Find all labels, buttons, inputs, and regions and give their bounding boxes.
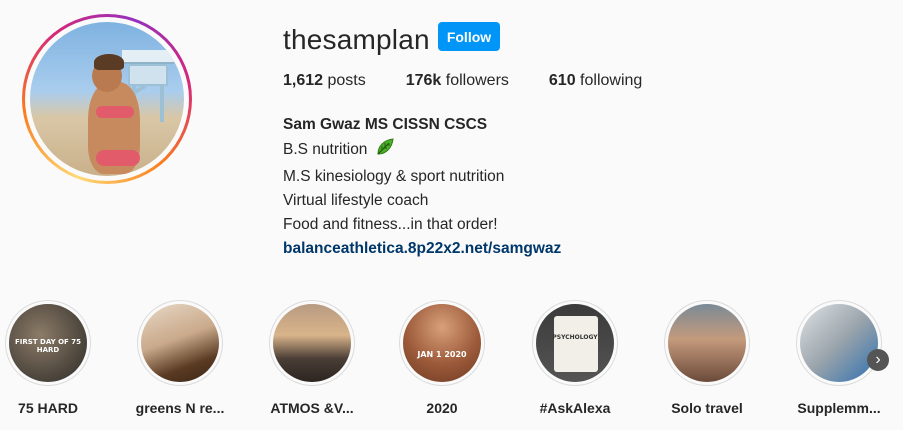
- highlight-label: #AskAlexa: [539, 400, 611, 416]
- highlight-cover-image: FIRST DAY OF 75 HARD: [9, 304, 87, 382]
- posts-stat: 1,612 posts: [283, 72, 366, 90]
- highlight-cover-ring: FIRST DAY OF 75 HARD: [5, 300, 91, 386]
- profile-bio: Sam Gwaz MS CISSN CSCS B.S nutrition M.S…: [283, 113, 561, 261]
- profile-username: thesamplan: [283, 24, 430, 55]
- highlight-cover-image: PSYCHOLOGY: [536, 304, 614, 382]
- highlight-cover-image: [141, 304, 219, 382]
- highlight-cover-caption: FIRST DAY OF 75 HARD: [14, 338, 81, 354]
- bio-line-4: Food and fitness...in that order!: [283, 216, 498, 233]
- posts-count: 1,612: [283, 72, 324, 89]
- highlight-item[interactable]: JAN 1 2020 2020: [387, 300, 497, 416]
- bio-line-3: Virtual lifestyle coach: [283, 192, 429, 209]
- following-stat[interactable]: 610 following: [549, 72, 642, 90]
- highlight-item[interactable]: ATMOS &V...: [257, 300, 367, 416]
- highlight-cover-image: [668, 304, 746, 382]
- profile-avatar-frame: [25, 17, 189, 181]
- follow-button[interactable]: Follow: [438, 22, 500, 51]
- bio-line-1: B.S nutrition: [283, 137, 561, 165]
- profile-stats: 1,612 posts 176k followers 610 following: [283, 72, 682, 90]
- highlight-item[interactable]: greens N re...: [125, 300, 235, 416]
- leaf-icon: [375, 137, 395, 165]
- highlight-item[interactable]: PSYCHOLOGY #AskAlexa: [520, 300, 630, 416]
- book-cover-shape: [554, 316, 598, 372]
- highlight-cover-ring: [664, 300, 750, 386]
- highlight-cover-image: JAN 1 2020: [403, 304, 481, 382]
- bio-full-name: Sam Gwaz MS CISSN CSCS: [283, 116, 488, 133]
- bio-line-2: M.S kinesiology & sport nutrition: [283, 168, 505, 185]
- highlight-cover-ring: [137, 300, 223, 386]
- profile-avatar-photo: [30, 22, 184, 176]
- highlight-cover-image: [800, 304, 878, 382]
- highlight-cover-caption: PSYCHOLOGY: [552, 334, 598, 341]
- highlight-label: 75 HARD: [18, 400, 78, 416]
- highlight-cover-caption: JAN 1 2020: [417, 350, 467, 359]
- highlight-label: greens N re...: [135, 400, 225, 416]
- followers-count: 176k: [405, 72, 442, 89]
- bio-line-1-text: B.S nutrition: [283, 141, 372, 158]
- story-highlights: FIRST DAY OF 75 HARD 75 HARD greens N re…: [0, 300, 903, 430]
- highlight-label: ATMOS &V...: [270, 400, 354, 416]
- following-count: 610: [548, 72, 576, 89]
- chevron-right-icon[interactable]: ›: [867, 349, 889, 371]
- profile-avatar-ring[interactable]: [22, 14, 192, 184]
- highlight-item[interactable]: Solo travel: [652, 300, 762, 416]
- highlight-cover-ring: JAN 1 2020: [399, 300, 485, 386]
- followers-label: followers: [441, 72, 509, 89]
- followers-stat[interactable]: 176k followers: [406, 72, 509, 90]
- posts-label: posts: [323, 72, 366, 89]
- bio-external-link[interactable]: balanceathletica.8p22x2.net/samgwaz: [283, 240, 561, 257]
- highlight-label: Supplemm...: [797, 400, 881, 416]
- highlight-cover-ring: [796, 300, 882, 386]
- highlight-cover-ring: [269, 300, 355, 386]
- highlight-cover-image: [273, 304, 351, 382]
- following-label: following: [575, 72, 643, 89]
- highlight-label: Solo travel: [671, 400, 743, 416]
- highlight-item[interactable]: FIRST DAY OF 75 HARD 75 HARD: [0, 300, 103, 416]
- highlight-label: 2020: [426, 400, 458, 416]
- highlight-cover-ring: PSYCHOLOGY: [532, 300, 618, 386]
